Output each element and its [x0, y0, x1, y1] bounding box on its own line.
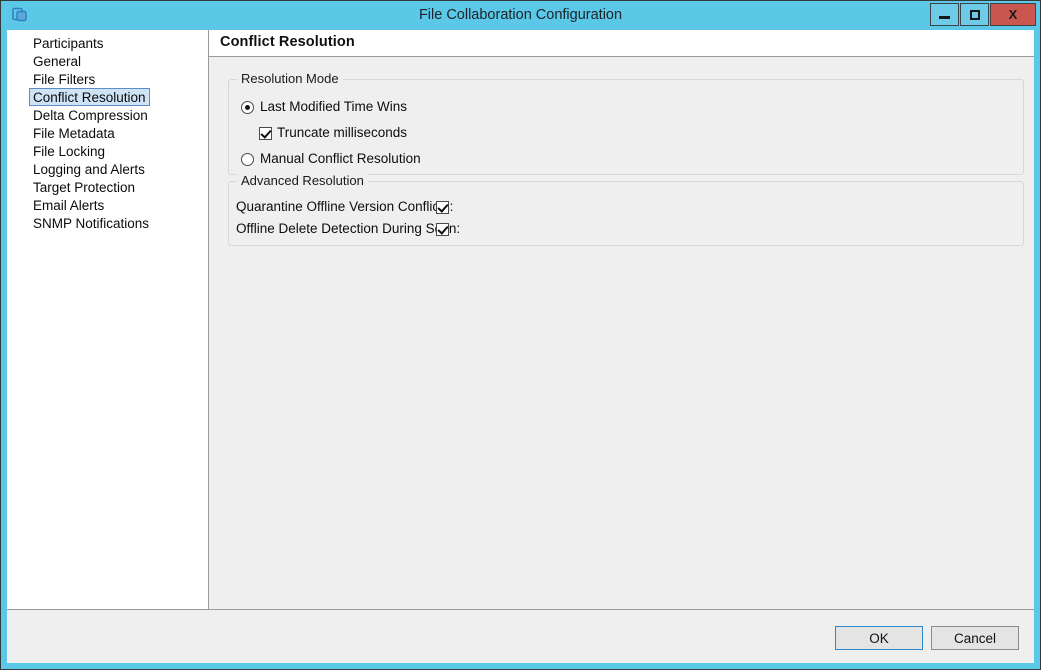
resolution-mode-legend: Resolution Mode [237, 71, 343, 86]
sidebar-item-delta-compression[interactable]: Delta Compression [29, 106, 152, 124]
sidebar-item-logging-and-alerts[interactable]: Logging and Alerts [29, 160, 149, 178]
page-title: Conflict Resolution [220, 34, 355, 50]
row-offline-delete-detection-during-scan[interactable]: Offline Delete Detection During Scan: [236, 221, 461, 236]
sidebar-item-file-metadata[interactable]: File Metadata [29, 124, 119, 142]
sidebar-item-general[interactable]: General [29, 52, 85, 70]
radio-last-modified-time-wins[interactable]: Last Modified Time Wins [241, 100, 407, 114]
client-area: Participants General File Filters Confli… [7, 30, 1034, 663]
quarantine-offline-label: Quarantine Offline Version Conflicts: [236, 199, 454, 214]
checkbox-offline-delete-detection-during-scan[interactable] [436, 222, 449, 236]
title-bar: File Collaboration Configuration X [1, 1, 1040, 30]
cancel-button[interactable]: Cancel [931, 626, 1019, 650]
sidebar-nav: Participants General File Filters Confli… [7, 30, 209, 610]
radio-manual-conflict-resolution[interactable]: Manual Conflict Resolution [241, 152, 421, 166]
checkbox-truncate-label: Truncate milliseconds [277, 125, 408, 140]
radio-manual-label: Manual Conflict Resolution [260, 151, 421, 166]
radio-unselected-icon [241, 152, 254, 166]
sidebar-item-target-protection[interactable]: Target Protection [29, 178, 139, 196]
sidebar-item-snmp-notifications[interactable]: SNMP Notifications [29, 214, 153, 232]
advanced-resolution-legend: Advanced Resolution [237, 173, 368, 188]
minimize-button[interactable] [930, 3, 959, 26]
checkbox-quarantine-offline-version-conflicts[interactable] [436, 200, 449, 214]
content-panel: Conflict Resolution Resolution Mode Last… [209, 30, 1034, 610]
sidebar-item-file-filters[interactable]: File Filters [29, 70, 99, 88]
maximize-icon [969, 9, 980, 20]
sidebar-item-email-alerts[interactable]: Email Alerts [29, 196, 108, 214]
window-controls: X [929, 3, 1036, 26]
resolution-mode-group: Resolution Mode Last Modified Time Wins … [228, 71, 1024, 175]
radio-selected-icon [241, 100, 254, 114]
sidebar-item-file-locking[interactable]: File Locking [29, 142, 109, 160]
sidebar-item-conflict-resolution[interactable]: Conflict Resolution [29, 88, 150, 106]
checkbox-checked-icon [259, 126, 272, 140]
checkbox-truncate-milliseconds[interactable]: Truncate milliseconds [259, 126, 407, 140]
ok-button[interactable]: OK [835, 626, 923, 650]
content-header: Conflict Resolution [209, 30, 1034, 57]
close-button[interactable]: X [990, 3, 1036, 26]
maximize-button[interactable] [960, 3, 989, 26]
row-quarantine-offline-version-conflicts[interactable]: Quarantine Offline Version Conflicts: [236, 200, 454, 214]
offline-delete-label: Offline Delete Detection During Scan: [236, 221, 461, 236]
dialog-window: File Collaboration Configuration X Parti… [0, 0, 1041, 670]
radio-last-modified-label: Last Modified Time Wins [260, 99, 408, 114]
window-title: File Collaboration Configuration [418, 7, 623, 23]
advanced-resolution-group: Advanced Resolution Quarantine Offline V… [228, 173, 1024, 246]
dialog-footer: OK Cancel [7, 611, 1034, 663]
sidebar-item-participants[interactable]: Participants [29, 34, 108, 52]
minimize-icon [939, 16, 950, 19]
